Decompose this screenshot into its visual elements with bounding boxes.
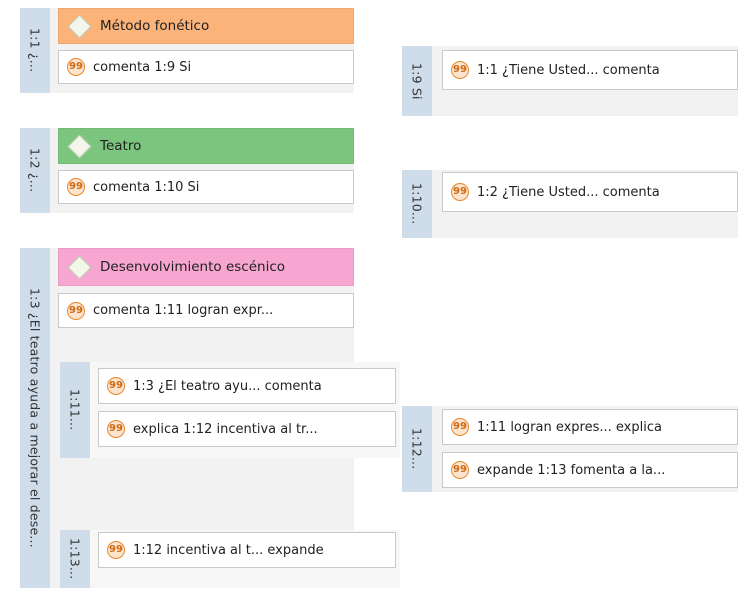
quote-icon: 99 xyxy=(451,183,469,201)
quote-text: 1:3 ¿El teatro ayu... comenta xyxy=(133,378,322,394)
quote-icon: 99 xyxy=(451,418,469,436)
right-label-2[interactable]: 1:10... xyxy=(402,170,432,238)
quote-text: 1:2 ¿Tiene Usted... comenta xyxy=(477,184,660,200)
subgroup-label-2[interactable]: 1:13... xyxy=(60,530,90,588)
code-label: Teatro xyxy=(100,138,142,154)
quote-item[interactable]: 99 comenta 1:11 logran expr... xyxy=(58,293,354,328)
group-label-1[interactable]: 1:1 ¿... xyxy=(20,8,50,93)
group-label-3[interactable]: 1:3 ¿El teatro ayuda a mejorar el dese..… xyxy=(20,248,50,588)
quote-item[interactable]: 99 1:1 ¿Tiene Usted... comenta xyxy=(442,50,738,90)
quote-item[interactable]: 99 1:11 logran expres... explica xyxy=(442,409,738,445)
right-label-1-text: 1:9 Si xyxy=(409,62,425,100)
right-label-2-text: 1:10... xyxy=(409,183,425,225)
quote-icon: 99 xyxy=(451,461,469,479)
quote-item[interactable]: 99 1:12 incentiva al t... expande xyxy=(98,532,396,568)
quote-icon: 99 xyxy=(67,178,85,196)
quote-text: explica 1:12 incentiva al tr... xyxy=(133,421,318,437)
quote-text: expande 1:13 fomenta a la... xyxy=(477,462,666,478)
group-label-3-text: 1:3 ¿El teatro ayuda a mejorar el dese..… xyxy=(27,288,43,548)
quote-icon: 99 xyxy=(451,61,469,79)
quote-item[interactable]: 99 1:3 ¿El teatro ayu... comenta xyxy=(98,368,396,404)
quote-item[interactable]: 99 explica 1:12 incentiva al tr... xyxy=(98,411,396,447)
quote-icon: 99 xyxy=(67,58,85,76)
group-label-2-text: 1:2 ¿... xyxy=(27,148,43,193)
group-label-1-text: 1:1 ¿... xyxy=(27,28,43,73)
quote-icon: 99 xyxy=(107,541,125,559)
subgroup-label-2-text: 1:13... xyxy=(67,538,83,580)
code-teatro[interactable]: Teatro xyxy=(58,128,354,164)
quote-item[interactable]: 99 1:2 ¿Tiene Usted... comenta xyxy=(442,172,738,212)
code-diamond-icon xyxy=(67,13,92,39)
subgroup-label-1[interactable]: 1:11... xyxy=(60,362,90,458)
code-metodo-fonetico[interactable]: Método fonético xyxy=(58,8,354,44)
quote-text: 1:11 logran expres... explica xyxy=(477,419,662,435)
right-label-3-text: 1:12... xyxy=(409,428,425,470)
code-diamond-icon xyxy=(67,133,92,159)
right-label-3[interactable]: 1:12... xyxy=(402,406,432,492)
quote-icon: 99 xyxy=(107,420,125,438)
quote-icon: 99 xyxy=(107,377,125,395)
right-label-1[interactable]: 1:9 Si xyxy=(402,46,432,116)
quote-text: 1:1 ¿Tiene Usted... comenta xyxy=(477,62,660,78)
quote-icon: 99 xyxy=(67,301,85,320)
quote-item[interactable]: 99 comenta 1:10 Si xyxy=(58,170,354,204)
code-label: Método fonético xyxy=(100,18,210,34)
quote-item[interactable]: 99 expande 1:13 fomenta a la... xyxy=(442,452,738,488)
quote-item[interactable]: 99 comenta 1:9 Si xyxy=(58,50,354,84)
code-desenvolvimiento-escenico[interactable]: Desenvolvimiento escénico xyxy=(58,248,354,286)
quote-text: comenta 1:10 Si xyxy=(93,179,200,195)
code-label: Desenvolvimiento escénico xyxy=(100,259,285,275)
code-diamond-icon xyxy=(67,254,92,280)
subgroup-label-1-text: 1:11... xyxy=(67,389,83,431)
group-label-2[interactable]: 1:2 ¿... xyxy=(20,128,50,213)
quote-text: comenta 1:9 Si xyxy=(93,59,192,75)
quote-text: 1:12 incentiva al t... expande xyxy=(133,542,324,558)
quote-text: comenta 1:11 logran expr... xyxy=(93,303,274,318)
